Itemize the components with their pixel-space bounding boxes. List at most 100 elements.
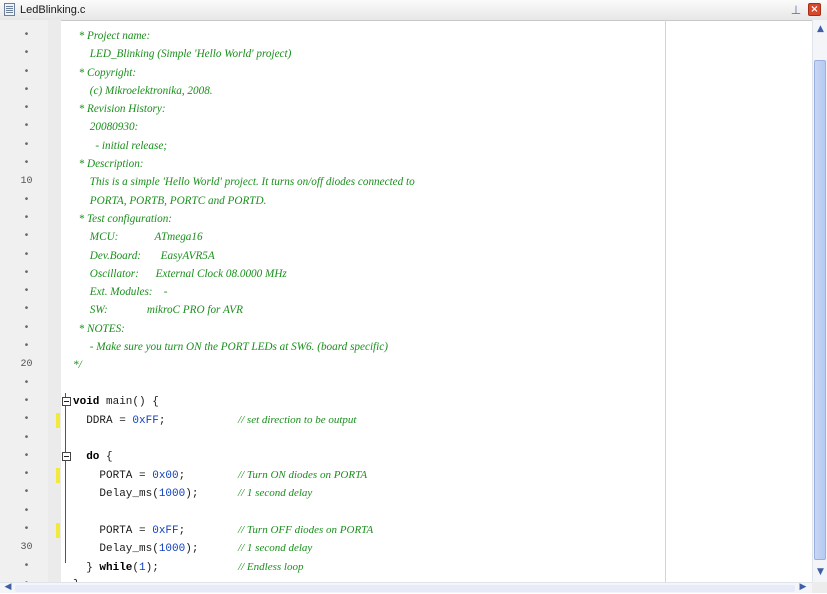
code-line[interactable]: • Delay_ms(1000); // 1 second delay — [0, 484, 812, 502]
comment-text: * Test configuration: — [73, 212, 173, 225]
change-marker — [56, 413, 60, 429]
code-line[interactable]: • DDRA = 0xFF; // set direction to be ou… — [0, 411, 812, 429]
code-line[interactable]: • } while(1); // Endless loop — [0, 558, 812, 576]
code-text: DDRA = 0xFF; // set direction to be outp… — [73, 414, 357, 428]
code-line[interactable]: • (c) Mikroelektronika, 2008. — [0, 82, 812, 100]
line-number: 10 — [20, 176, 33, 188]
comment-text: 20080930: — [73, 121, 139, 134]
code-text: PORTA = 0xFF; // Turn OFF diodes on PORT… — [73, 524, 374, 538]
code-line[interactable]: • MCU: ATmega16 — [0, 228, 812, 246]
line-number: • — [23, 121, 30, 133]
line-number: • — [23, 322, 30, 334]
line-number: • — [23, 377, 30, 389]
line-number: • — [23, 249, 30, 261]
code-line[interactable]: • * Description: — [0, 155, 812, 173]
code-text: do { — [86, 450, 113, 463]
line-number: • — [23, 487, 30, 499]
pin-icon[interactable]: ⊥ — [789, 3, 803, 17]
comment-text: Ext. Modules: - — [73, 286, 168, 299]
code-line[interactable]: • Oscillator: External Clock 08.0000 MHz — [0, 265, 812, 283]
vertical-scroll-thumb[interactable] — [814, 60, 826, 560]
code-line[interactable]: • LED_Blinking (Simple 'Hello World' pro… — [0, 45, 812, 63]
line-number: • — [23, 341, 30, 353]
scroll-right-icon[interactable]: ▶ — [797, 581, 809, 593]
code-line[interactable]: • — [0, 503, 812, 521]
comment-text: PORTA, PORTB, PORTC and PORTD. — [73, 194, 267, 207]
code-line[interactable]: • — [0, 375, 812, 393]
comment-text: */ — [73, 359, 82, 372]
code-line[interactable]: • Dev.Board: EasyAVR5A — [0, 247, 812, 265]
line-number: • — [23, 286, 30, 298]
line-number: • — [23, 560, 30, 572]
scroll-up-icon[interactable]: ▲ — [814, 22, 827, 36]
code-editor[interactable]: • * Project name: • LED_Blinking (Simple … — [0, 27, 812, 594]
line-number: • — [23, 139, 30, 151]
horizontal-scroll-thumb[interactable] — [15, 585, 795, 592]
comment-text: LED_Blinking (Simple 'Hello World' proje… — [73, 48, 292, 61]
code-line[interactable]: • Ext. Modules: - — [0, 283, 812, 301]
code-text: PORTA = 0x00; // Turn ON diodes on PORTA — [73, 469, 368, 483]
code-line[interactable]: • * Revision History: — [0, 100, 812, 118]
comment-text: MCU: ATmega16 — [73, 231, 203, 244]
change-marker — [56, 523, 60, 539]
line-number: • — [23, 450, 30, 462]
editor-tab-title[interactable]: LedBlinking.c — [20, 3, 85, 17]
code-line[interactable]: • PORTA = 0xFF; // Turn OFF diodes on PO… — [0, 521, 812, 539]
change-marker — [56, 468, 60, 484]
comment-text: This is a simple 'Hello World' project. … — [73, 176, 415, 189]
code-text: } while(1); // Endless loop — [73, 560, 304, 574]
line-number: • — [23, 414, 30, 426]
fold-toggle-icon[interactable] — [62, 396, 71, 406]
comment-text: * Description: — [73, 158, 144, 171]
code-line[interactable]: • — [0, 430, 812, 448]
code-line[interactable]: • * NOTES: — [0, 320, 812, 338]
close-icon[interactable]: × — [808, 3, 821, 16]
code-line[interactable]: 20 */ — [0, 356, 812, 374]
line-number: • — [23, 84, 30, 96]
code-line[interactable]: • - Make sure you turn ON the PORT LEDs … — [0, 338, 812, 356]
c-file-icon — [4, 3, 15, 16]
comment-text: * Project name: — [73, 30, 151, 42]
line-number: • — [23, 267, 30, 279]
code-line[interactable]: • 20080930: — [0, 118, 812, 136]
code-text: Delay_ms(1000); // 1 second delay — [73, 487, 313, 501]
code-line[interactable]: • PORTA = 0x00; // Turn ON diodes on POR… — [0, 466, 812, 484]
code-line[interactable]: • PORTA, PORTB, PORTC and PORTD. — [0, 192, 812, 210]
comment-text: - initial release; — [73, 139, 168, 152]
code-line[interactable]: • * Test configuration: — [0, 210, 812, 228]
line-number: • — [23, 231, 30, 243]
line-number: 30 — [20, 542, 33, 554]
code-text: Delay_ms(1000); // 1 second delay — [73, 542, 313, 556]
line-number: 20 — [20, 359, 33, 371]
line-number: • — [23, 395, 30, 407]
code-line[interactable]: • * Project name: — [0, 27, 812, 45]
line-number: • — [23, 432, 30, 444]
line-number: • — [23, 48, 30, 60]
line-number: • — [23, 505, 30, 517]
line-number: • — [23, 304, 30, 316]
code-line[interactable]: 10 This is a simple 'Hello World' projec… — [0, 173, 812, 191]
comment-text: - Make sure you turn ON the PORT LEDs at… — [73, 341, 388, 354]
editor-tab-bar: LedBlinking.c ⊥ × — [0, 0, 827, 21]
code-line[interactable]: 30 Delay_ms(1000); // 1 second delay — [0, 539, 812, 557]
comment-text: Dev.Board: EasyAVR5A — [73, 249, 215, 262]
code-line[interactable]: • SW: mikroC PRO for AVR — [0, 301, 812, 319]
scrollbar-corner — [812, 582, 827, 593]
comment-text: * Revision History: — [73, 103, 166, 116]
code-line[interactable]: • void main() { — [0, 393, 812, 411]
comment-text: * Copyright: — [73, 66, 137, 79]
line-number: • — [23, 194, 30, 206]
line-number: • — [23, 158, 30, 170]
comment-text: SW: mikroC PRO for AVR — [73, 304, 243, 317]
line-number: • — [23, 103, 30, 115]
code-line[interactable]: • - initial release; — [0, 137, 812, 155]
scroll-down-icon[interactable]: ▼ — [814, 565, 827, 579]
line-number: • — [23, 30, 30, 41]
vertical-scrollbar[interactable]: ▲ ▼ — [812, 20, 827, 582]
code-line[interactable]: • do { — [0, 448, 812, 466]
code-line[interactable]: • * Copyright: — [0, 64, 812, 82]
fold-toggle-icon[interactable] — [62, 451, 71, 461]
horizontal-scrollbar[interactable]: ◀ ▶ — [0, 582, 812, 593]
line-number: • — [23, 66, 30, 78]
scroll-left-icon[interactable]: ◀ — [2, 581, 14, 593]
